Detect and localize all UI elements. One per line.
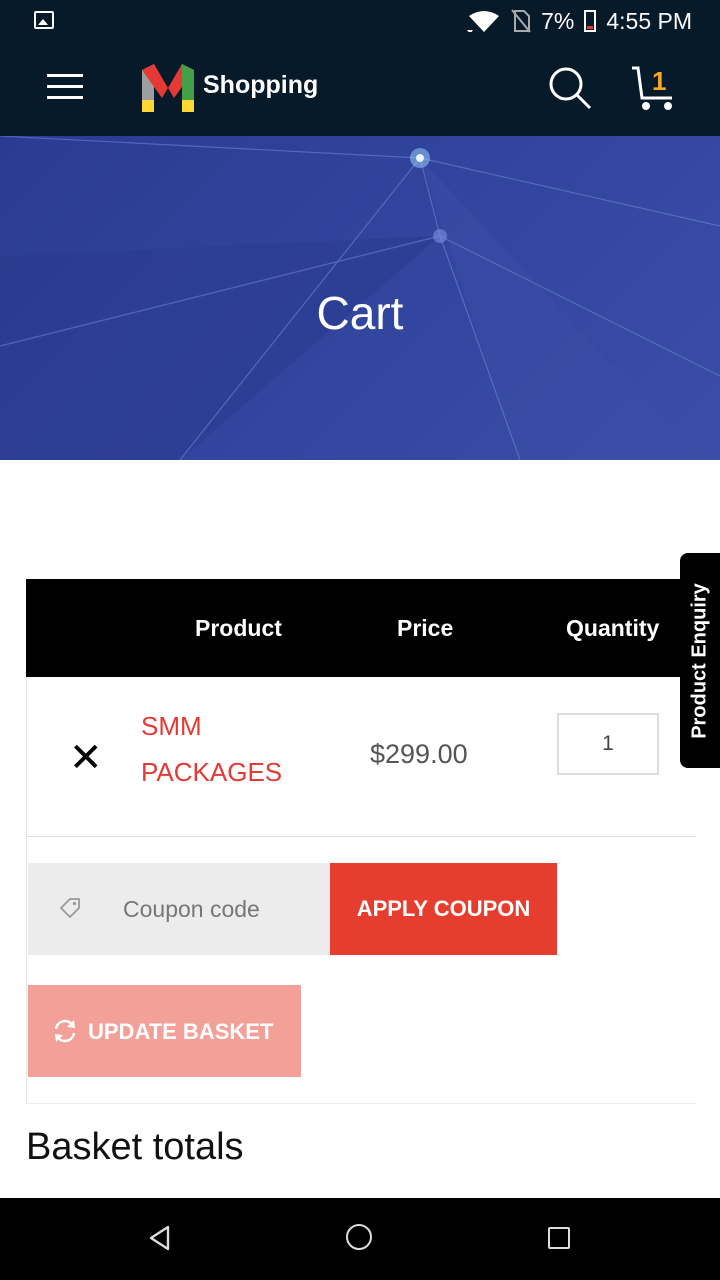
refresh-icon [54,1019,76,1043]
cart-actions: Coupon code APPLY COUPON UPDATE BASKET [26,838,696,1104]
header-quantity: Quantity [566,615,660,641]
app-header: Shopping 1 [0,42,720,136]
system-nav-bar [0,1198,720,1280]
header-price: Price [397,615,454,641]
apply-coupon-button[interactable]: APPLY COUPON [330,863,557,955]
coupon-field[interactable]: Coupon code [28,863,330,955]
cart-count-badge: 1 [652,66,667,96]
remove-item-icon[interactable]: ✕ [69,735,103,781]
product-enquiry-tab[interactable]: Product Enquiry [680,553,720,768]
coupon-placeholder: Coupon code [123,896,260,922]
header-product: Product [195,615,282,641]
table-row: ✕ SMM PACKAGES $299.00 1 [26,677,696,837]
cart-table-header: Product Price Quantity [26,579,696,677]
clock: 4:55 PM [606,7,692,34]
brand-logo[interactable] [140,60,196,116]
product-enquiry-label: Product Enquiry [688,582,711,739]
tag-icon [59,898,80,919]
basket-totals-heading: Basket totals [26,1126,244,1168]
update-basket-label: UPDATE BASKET [88,1019,274,1044]
back-icon[interactable] [148,1224,172,1252]
product-name-link[interactable]: SMM PACKAGES [141,703,321,795]
battery-percent: 7% [541,7,575,34]
quantity-input[interactable]: 1 [557,713,659,775]
page-title: Cart [316,287,404,339]
hero-banner: Cart [0,136,720,460]
search-icon[interactable] [548,66,592,110]
wifi-icon [467,11,500,32]
image-notification-icon [34,11,54,29]
recent-apps-icon[interactable] [548,1227,570,1249]
menu-icon[interactable] [47,74,83,100]
home-icon[interactable] [346,1224,372,1250]
no-sim-icon [511,9,531,33]
battery-icon [584,10,597,32]
product-price: $299.00 [370,739,468,769]
brand-name[interactable]: Shopping [203,71,318,100]
status-bar: 7% 4:55 PM [0,0,720,42]
update-basket-button[interactable]: UPDATE BASKET [28,985,301,1077]
